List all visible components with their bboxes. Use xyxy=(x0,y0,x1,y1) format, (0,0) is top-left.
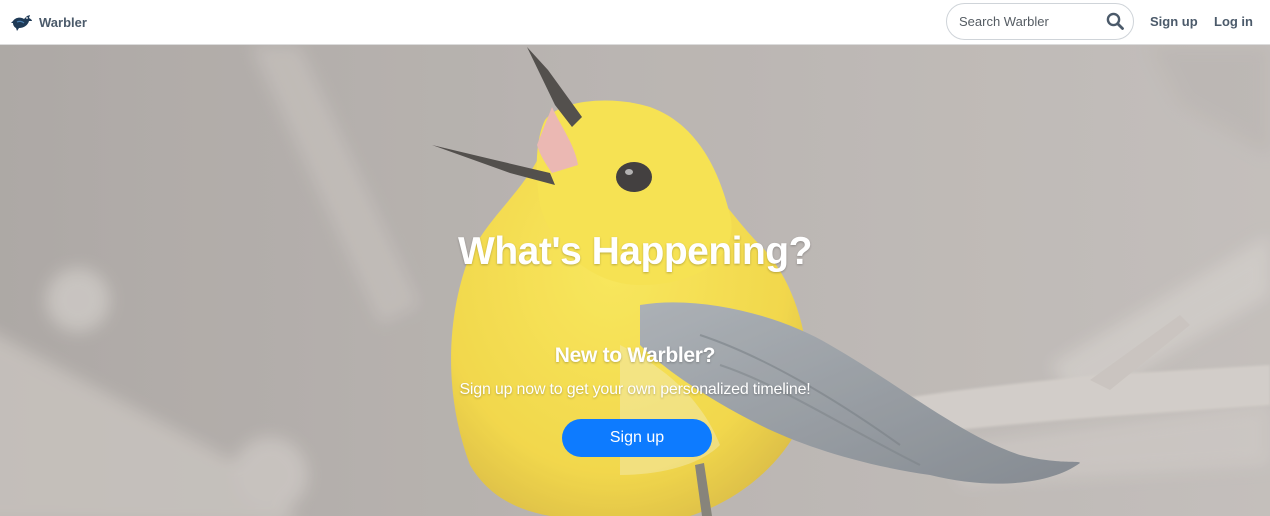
search-input[interactable] xyxy=(959,4,1099,39)
hero-subtitle: New to Warbler? xyxy=(554,344,716,367)
brand-link[interactable]: Warbler xyxy=(11,10,87,34)
hero-signup-button[interactable]: Sign up xyxy=(562,419,712,457)
nav-login-link[interactable]: Log in xyxy=(1214,14,1253,29)
hero-title: What's Happening? xyxy=(458,230,812,273)
search-button[interactable] xyxy=(1106,12,1125,31)
nav-signup-link[interactable]: Sign up xyxy=(1150,14,1198,29)
warbler-bird-icon xyxy=(11,15,32,31)
brand-name: Warbler xyxy=(39,14,87,30)
hero-text: Sign up now to get your own personalized… xyxy=(459,381,811,398)
hero-section: What's Happening? New to Warbler? Sign u… xyxy=(0,45,1270,516)
search-form xyxy=(946,3,1134,40)
navbar: Warbler Sign up Log in xyxy=(0,0,1270,45)
search-icon xyxy=(1106,12,1124,30)
